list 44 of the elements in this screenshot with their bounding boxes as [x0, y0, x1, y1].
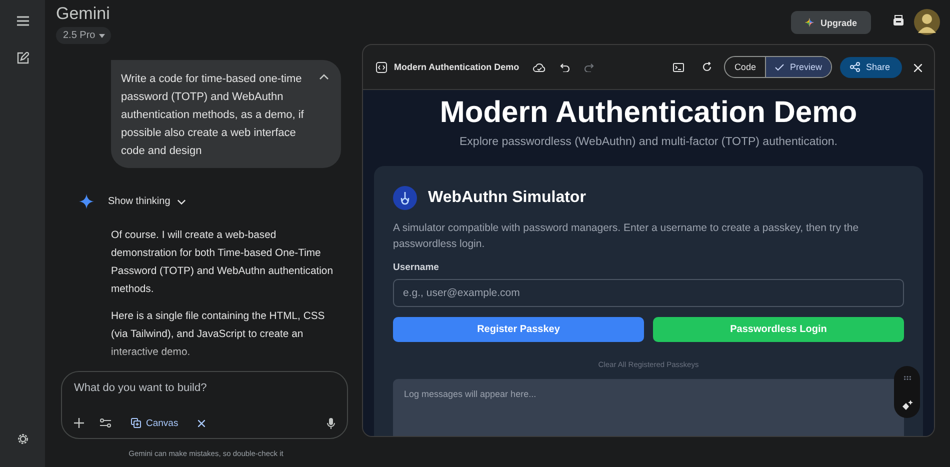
- card-title: WebAuthn Simulator: [428, 189, 586, 207]
- show-thinking-button[interactable]: Show thinking: [108, 196, 186, 207]
- model-selector[interactable]: 2.5 Pro: [56, 27, 112, 44]
- field-label: Username: [393, 262, 440, 273]
- response-paragraph: Here is a single file containing the HTML, CSS (via Tailwind), and JavaScript to create an interactive demo.: [111, 310, 326, 360]
- username-field[interactable]: e.g., user@example.com: [393, 279, 904, 307]
- view-tab[interactable]: Code: [725, 57, 765, 77]
- printer-icon[interactable]: [893, 15, 904, 26]
- code-icon: [376, 62, 387, 72]
- tools-icon[interactable]: [100, 418, 111, 428]
- user-prompt: Write a code for time-based one-time password (TOTP) and WebAuthn authentication methods, as a demo, if possible also create a web interface code and design: [121, 72, 305, 159]
- response-paragraph: Of course. I will create a web-based demonstration for both Time-based One-Time Password (TOTP) and WebAuthn authentication methods.: [111, 229, 334, 297]
- log-area: Log messages will appear here...: [393, 379, 904, 436]
- collapse-icon[interactable]: [319, 74, 329, 80]
- canvas-title: Modern Authentication Demo: [394, 62, 520, 72]
- app-title: Gemini: [56, 4, 111, 24]
- upgrade-button[interactable]: Upgrade: [791, 11, 871, 34]
- drag-handle-icon[interactable]: [904, 376, 910, 380]
- redo-icon[interactable]: [584, 62, 594, 72]
- sparkle-icon: [805, 18, 814, 27]
- view-tab[interactable]: Preview: [764, 57, 831, 77]
- page-subtitle: Explore passwordless (WebAuthn) and multi-factor (TOTP) authentication.: [460, 136, 838, 148]
- refresh-icon[interactable]: [702, 62, 712, 72]
- caret-icon: [99, 34, 106, 38]
- add-icon[interactable]: [74, 418, 84, 428]
- action-button[interactable]: Register Passkey: [393, 317, 644, 342]
- settings-icon[interactable]: [16, 433, 28, 445]
- canvas-chip[interactable]: Canvas: [131, 418, 178, 428]
- undo-icon[interactable]: [560, 62, 570, 72]
- prompt-field[interactable]: What do you want to build? Canvas: [61, 371, 348, 439]
- console-icon[interactable]: [673, 62, 684, 72]
- check-icon: [774, 64, 784, 70]
- share-button[interactable]: Share: [840, 56, 902, 78]
- microphone-icon[interactable]: [327, 418, 335, 428]
- menu-icon[interactable]: [16, 16, 28, 26]
- card-description: A simulator compatible with password managers. Enter a username to create a passkey, then try the passwordless login.: [393, 221, 860, 252]
- share-icon: [850, 62, 860, 72]
- sparkle-icon[interactable]: [902, 400, 912, 410]
- avatar[interactable]: [914, 9, 940, 35]
- sparkle-icon: [79, 194, 94, 209]
- edit-icon[interactable]: [16, 52, 28, 64]
- cloud-icon[interactable]: [533, 62, 546, 72]
- page-heading: Modern Authentication Demo: [440, 96, 858, 130]
- canvas-icon: [131, 418, 141, 428]
